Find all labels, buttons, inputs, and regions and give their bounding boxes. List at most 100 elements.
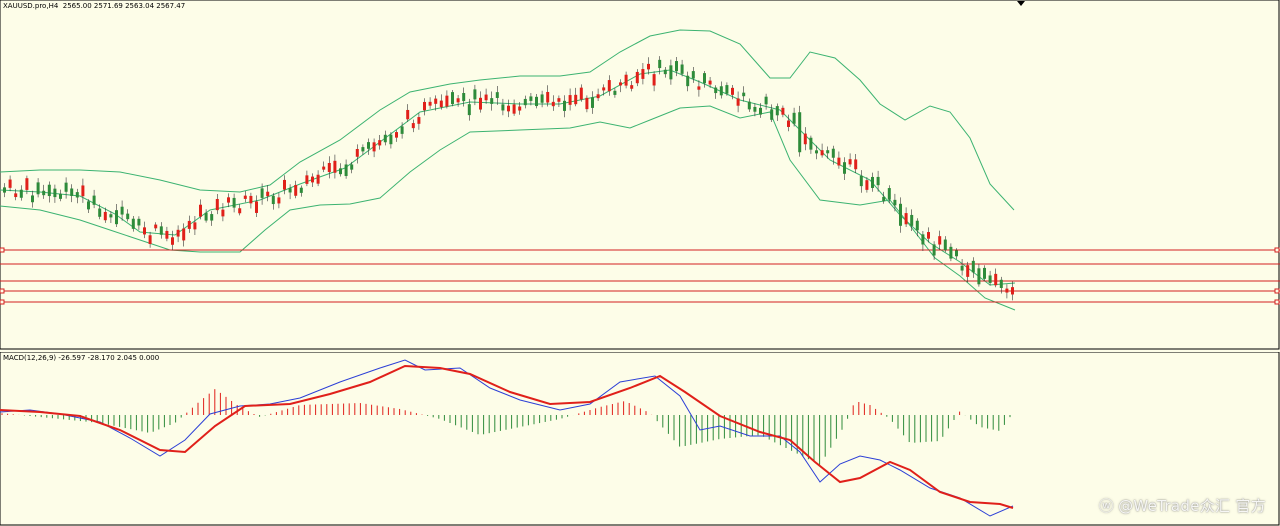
candle-body [523,98,527,106]
level-handle[interactable] [1274,299,1280,305]
macd-lines [0,359,1014,517]
candle-body [299,187,303,193]
candle-body [339,168,342,175]
candle-body [960,265,964,271]
candle-body [288,188,292,193]
level-handle[interactable] [0,299,5,305]
candle-body [703,73,706,84]
candle-body [501,104,505,111]
candle-body [81,185,85,197]
macd-histogram [1,389,1011,465]
level-handle[interactable] [0,247,5,253]
candle-body [949,246,953,259]
candle-body [322,166,326,170]
triangle-down-icon[interactable] [1017,1,1025,6]
candle-body [36,182,40,195]
candle-body [512,104,516,114]
symbol-timeframe: XAUUSD.pro,H4 [3,2,59,10]
candle-body [815,150,818,154]
price-chart[interactable] [0,0,1280,350]
macd-pane-title: MACD(12,26,9) -26.597 -28.170 2.045 0.00… [3,354,160,362]
candle-body [350,164,354,170]
candle-body [109,214,113,218]
candle-body [372,142,376,152]
candle-body [243,195,247,199]
candle-body [227,197,230,203]
candle-body [176,229,180,237]
candle-body [473,89,477,100]
candle-body [546,91,550,103]
horizontal-levels [0,247,1280,305]
candle-body [428,101,432,106]
candle-body [103,211,107,221]
chart-window[interactable]: XAUUSD.pro,H4 2565.00 2571.69 2563.04 25… [0,0,1280,526]
candle-body [658,59,662,69]
candle-body [759,107,762,115]
price-pane[interactable]: XAUUSD.pro,H4 2565.00 2571.69 2563.04 25… [0,0,1280,350]
candle-body [899,203,902,226]
candle-body [540,94,544,103]
candle-body [938,236,942,245]
candle-body [865,180,869,190]
candle-body [955,250,958,257]
candle-body [255,201,258,213]
candle-body [204,212,208,221]
candle-body [389,134,393,145]
candle-body [770,109,774,120]
candle-body [417,117,421,124]
candle-body [596,94,600,99]
candle-body [316,174,320,184]
candle-body [719,86,723,96]
candle-body [187,220,191,229]
level-handle[interactable] [1274,247,1280,253]
candle-body [232,197,236,208]
candle-body [764,96,768,105]
candle-body [53,188,57,198]
candle-body [14,193,18,198]
candle-body [781,107,785,115]
candle-body [434,98,438,104]
candle-body [971,260,975,273]
candle-body [927,232,930,239]
candle-body [921,234,925,245]
candle-body [115,210,118,225]
level-handle[interactable] [0,288,5,294]
macd-pane[interactable]: MACD(12,26,9) -26.597 -28.170 2.045 0.00… [0,352,1280,526]
candle-body [792,112,796,124]
candle-body [238,208,242,214]
candle-body [378,140,382,146]
candle-body [294,184,298,196]
level-handle[interactable] [1274,288,1280,294]
candle-body [910,214,914,226]
candle-body [753,106,757,112]
candle-body [826,150,830,154]
candle-body [1011,287,1014,295]
candle-body [47,184,51,197]
candle-body [467,104,471,116]
candle-body [551,101,555,107]
candle-body [159,226,163,235]
candle-body [131,218,135,229]
candle-body [641,69,645,79]
candle-body [624,74,628,86]
candle-body [529,96,533,101]
candle-body [775,106,779,116]
macd-chart[interactable] [0,352,1280,526]
candle-body [490,98,494,104]
candle-body [3,187,6,193]
candle-body [854,159,858,170]
candle-body [904,213,908,225]
candle-body [820,150,824,156]
candle-body [871,176,874,188]
candle-body [411,123,415,129]
candle-body [837,157,841,166]
candle-body [680,64,684,74]
candle-body [977,268,981,285]
candle-body [535,96,538,107]
candle-body [725,85,729,94]
candle-body [333,160,337,173]
candle-body [859,175,863,187]
candle-body [803,133,807,145]
candle-body [714,87,718,94]
candle-body [355,148,359,157]
